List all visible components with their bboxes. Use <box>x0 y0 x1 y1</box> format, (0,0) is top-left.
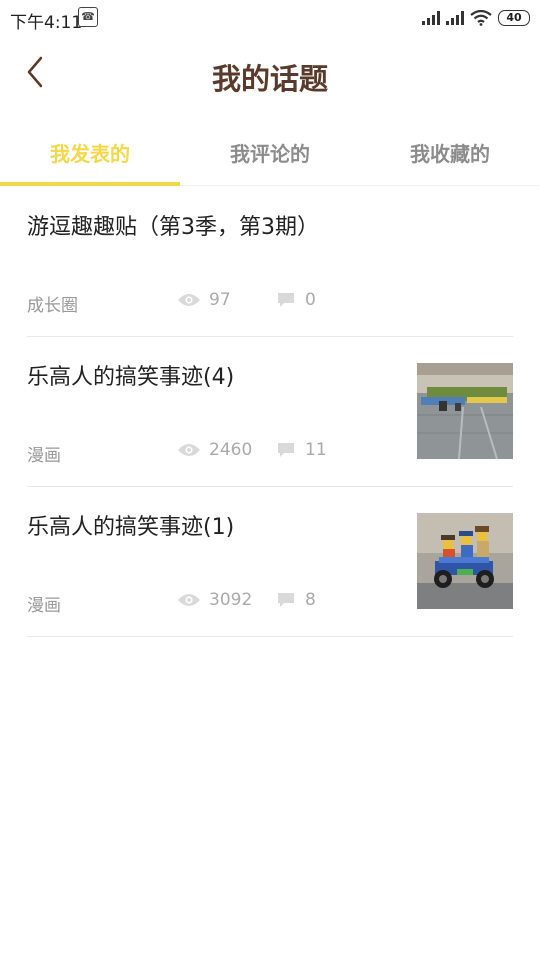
signal-2-icon <box>446 11 464 25</box>
topic-thumbnail <box>417 513 513 609</box>
eye-icon <box>178 444 200 456</box>
eye-icon <box>178 594 200 606</box>
status-time: 下午4:11 <box>10 13 83 33</box>
lego-car-photo <box>417 513 513 609</box>
phone-app-icon: ☎ <box>78 7 98 27</box>
topic-item[interactable]: 游逗趣趣贴（第3季，第3期） 成长圈 97 0 <box>27 187 513 337</box>
comment-count: 11 <box>277 440 327 460</box>
view-count: 97 <box>177 290 231 310</box>
topic-title: 乐高人的搞笑事迹(4) <box>27 365 235 390</box>
wifi-icon <box>470 10 492 26</box>
topic-item[interactable]: 乐高人的搞笑事迹(1) 漫画 3092 8 <box>27 487 513 637</box>
eye-icon <box>178 294 200 306</box>
topic-item[interactable]: 乐高人的搞笑事迹(4) 漫画 2460 11 <box>27 337 513 487</box>
tab-bar: 我发表的 我评论的 我收藏的 <box>0 114 540 186</box>
view-count: 2460 <box>177 440 252 460</box>
status-bar: 下午4:11 ☎ 40 <box>0 0 540 36</box>
signal-1-icon <box>422 11 440 25</box>
comment-bubble-icon <box>278 293 294 307</box>
topic-list: 游逗趣趣贴（第3季，第3期） 成长圈 97 0 乐高人的搞笑事迹(4) 漫画 2… <box>0 187 540 637</box>
comment-count: 0 <box>277 290 316 310</box>
topic-thumbnail <box>417 363 513 459</box>
battery-icon: 40 <box>498 10 530 26</box>
comment-count-value: 0 <box>305 290 316 310</box>
tab-commented[interactable]: 我评论的 <box>180 114 360 185</box>
comment-bubble-icon <box>278 593 294 607</box>
comment-bubble-icon <box>278 443 294 457</box>
page-title: 我的话题 <box>211 62 328 96</box>
topic-category: 漫画 <box>27 596 61 616</box>
tab-published[interactable]: 我发表的 <box>0 114 180 186</box>
topic-title: 乐高人的搞笑事迹(1) <box>27 515 235 540</box>
topic-category: 成长圈 <box>27 296 78 316</box>
header: 我的话题 <box>0 36 540 114</box>
view-count-value: 2460 <box>209 440 253 460</box>
lego-floor-photo <box>417 363 513 459</box>
comment-count-value: 11 <box>305 440 327 460</box>
view-count-value: 3092 <box>209 590 253 610</box>
topic-category: 漫画 <box>27 446 61 466</box>
tab-favorited[interactable]: 我收藏的 <box>360 114 540 185</box>
view-count: 3092 <box>177 590 252 610</box>
comment-count-value: 8 <box>305 590 316 610</box>
view-count-value: 97 <box>209 290 231 310</box>
status-indicators: 40 <box>422 8 530 28</box>
comment-count: 8 <box>277 590 316 610</box>
topic-title: 游逗趣趣贴（第3季，第3期） <box>27 215 319 240</box>
